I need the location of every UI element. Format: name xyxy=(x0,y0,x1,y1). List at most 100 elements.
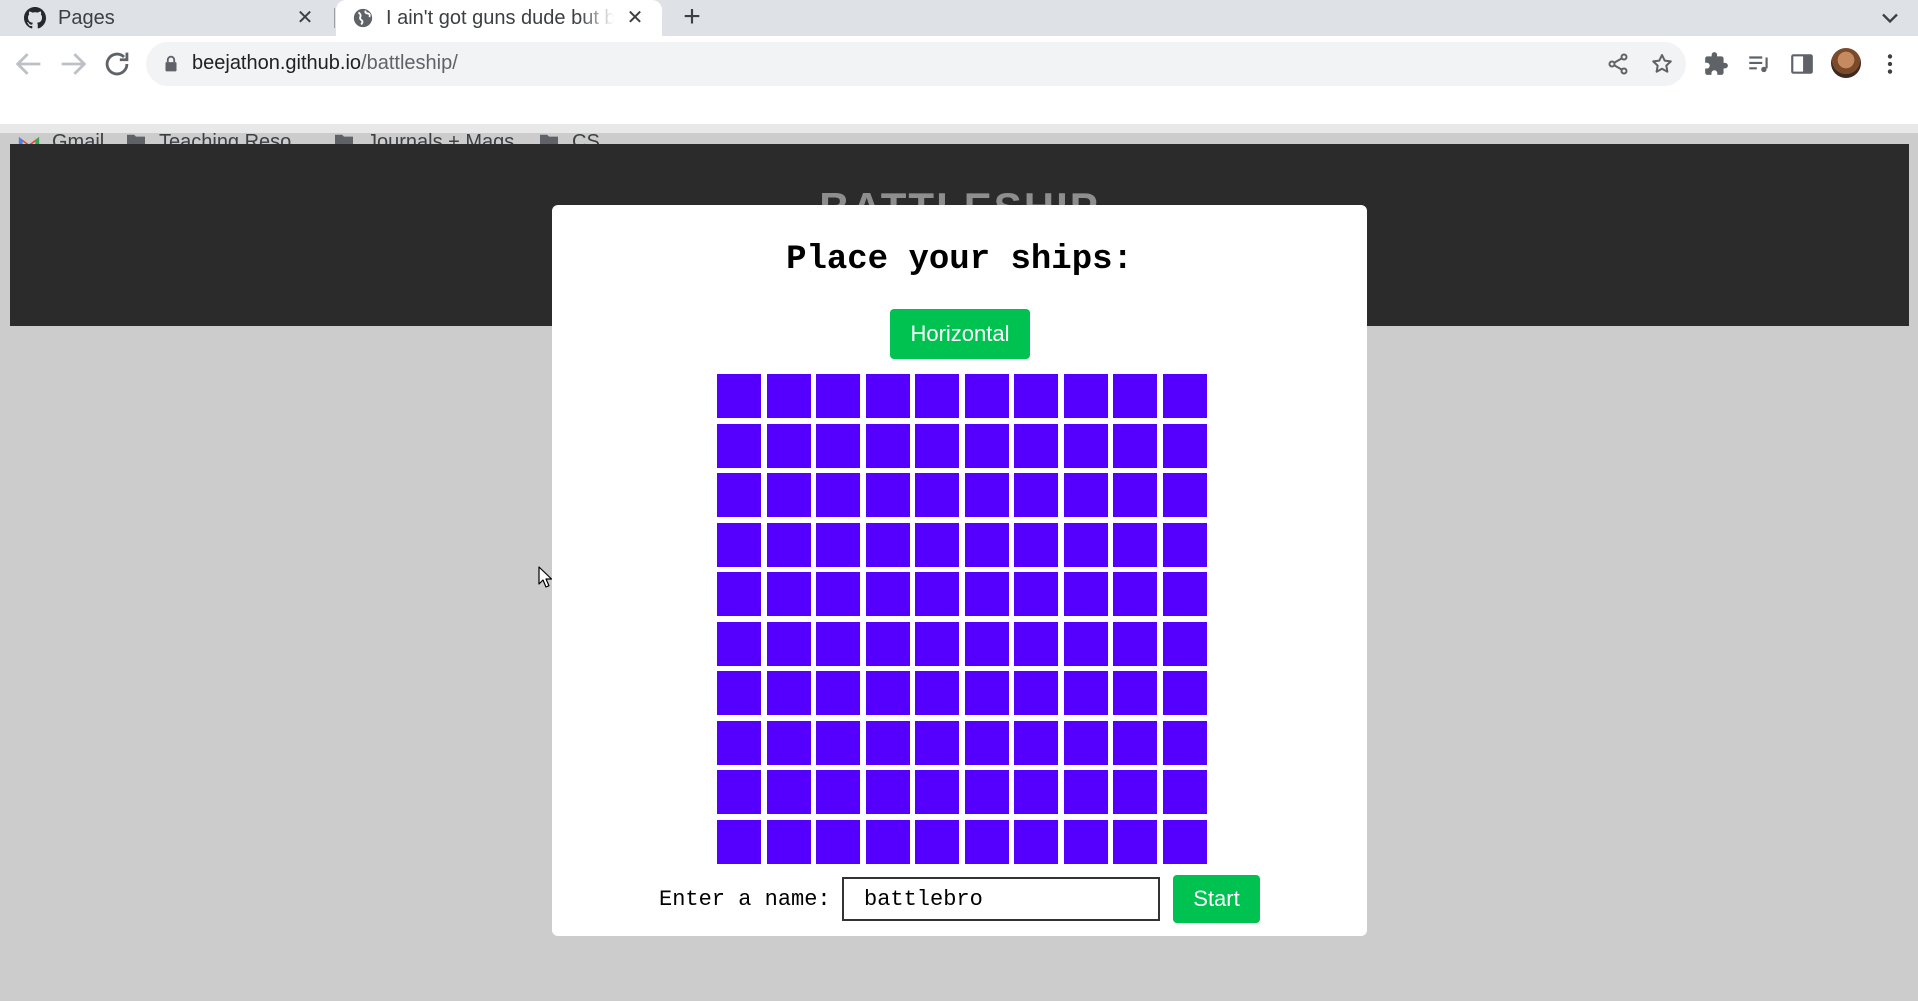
grid-cell[interactable] xyxy=(915,473,959,517)
grid-cell[interactable] xyxy=(816,423,860,468)
orientation-toggle-button[interactable]: Horizontal xyxy=(890,309,1030,359)
grid-cell[interactable] xyxy=(964,572,1009,616)
grid-cell[interactable] xyxy=(1063,621,1108,666)
grid-cell[interactable] xyxy=(816,621,860,666)
side-panel-icon[interactable] xyxy=(1789,51,1815,77)
lock-icon[interactable] xyxy=(160,53,182,75)
grid-cell[interactable] xyxy=(1162,374,1207,418)
grid-cell[interactable] xyxy=(1162,720,1207,765)
grid-cell[interactable] xyxy=(1014,522,1058,567)
grid-cell[interactable] xyxy=(1162,473,1207,517)
grid-cell[interactable] xyxy=(1014,770,1058,814)
grid-cell[interactable] xyxy=(865,473,910,517)
grid-cell[interactable] xyxy=(816,522,860,567)
grid-cell[interactable] xyxy=(1162,671,1207,715)
grid-cell[interactable] xyxy=(1014,671,1058,715)
grid-cell[interactable] xyxy=(1162,621,1207,666)
grid-cell[interactable] xyxy=(964,423,1009,468)
grid-cell[interactable] xyxy=(1063,819,1108,864)
grid-cell[interactable] xyxy=(915,423,959,468)
menu-icon[interactable] xyxy=(1877,51,1903,77)
reload-icon[interactable] xyxy=(100,47,134,81)
grid-cell[interactable] xyxy=(915,819,959,864)
grid-cell[interactable] xyxy=(816,819,860,864)
grid-cell[interactable] xyxy=(766,621,811,666)
grid-cell[interactable] xyxy=(717,819,761,864)
grid-cell[interactable] xyxy=(964,770,1009,814)
grid-cell[interactable] xyxy=(1063,671,1108,715)
tab-battleship[interactable]: I ain't got guns dude but b ✕ xyxy=(336,0,662,36)
extensions-icon[interactable] xyxy=(1703,51,1729,77)
grid-cell[interactable] xyxy=(865,522,910,567)
back-icon[interactable] xyxy=(12,47,46,81)
grid-cell[interactable] xyxy=(766,522,811,567)
grid-cell[interactable] xyxy=(1162,522,1207,567)
close-icon[interactable]: ✕ xyxy=(624,7,646,29)
address-bar[interactable]: beejathon.github.io/battleship/ xyxy=(146,42,1686,86)
grid-cell[interactable] xyxy=(1162,423,1207,468)
grid-cell[interactable] xyxy=(915,770,959,814)
grid-cell[interactable] xyxy=(1063,473,1108,517)
grid-cell[interactable] xyxy=(915,621,959,666)
grid-cell[interactable] xyxy=(1063,522,1108,567)
grid-cell[interactable] xyxy=(1014,621,1058,666)
grid-cell[interactable] xyxy=(1014,423,1058,468)
grid-cell[interactable] xyxy=(816,374,860,418)
forward-icon[interactable] xyxy=(56,47,90,81)
grid-cell[interactable] xyxy=(865,770,910,814)
grid-cell[interactable] xyxy=(766,423,811,468)
grid-cell[interactable] xyxy=(717,671,761,715)
grid-cell[interactable] xyxy=(1113,374,1157,418)
grid-cell[interactable] xyxy=(1113,473,1157,517)
grid-cell[interactable] xyxy=(766,572,811,616)
grid-cell[interactable] xyxy=(1014,720,1058,765)
grid-cell[interactable] xyxy=(1113,572,1157,616)
share-icon[interactable] xyxy=(1606,52,1630,76)
grid-cell[interactable] xyxy=(1162,770,1207,814)
close-icon[interactable]: ✕ xyxy=(294,7,316,29)
grid-cell[interactable] xyxy=(915,572,959,616)
grid-cell[interactable] xyxy=(915,374,959,418)
grid-cell[interactable] xyxy=(865,621,910,666)
grid-cell[interactable] xyxy=(717,770,761,814)
grid-cell[interactable] xyxy=(766,374,811,418)
media-control-icon[interactable] xyxy=(1746,51,1772,77)
grid-cell[interactable] xyxy=(915,720,959,765)
grid-cell[interactable] xyxy=(717,572,761,616)
grid-cell[interactable] xyxy=(1063,423,1108,468)
grid-cell[interactable] xyxy=(964,621,1009,666)
grid-cell[interactable] xyxy=(865,819,910,864)
grid-cell[interactable] xyxy=(1014,473,1058,517)
grid-cell[interactable] xyxy=(865,423,910,468)
grid-cell[interactable] xyxy=(1063,770,1108,814)
grid-cell[interactable] xyxy=(865,671,910,715)
star-icon[interactable] xyxy=(1650,52,1674,76)
grid-cell[interactable] xyxy=(964,374,1009,418)
tab-pages[interactable]: Pages ✕ xyxy=(0,0,332,36)
grid-cell[interactable] xyxy=(717,423,761,468)
grid-cell[interactable] xyxy=(865,720,910,765)
grid-cell[interactable] xyxy=(816,473,860,517)
grid-cell[interactable] xyxy=(1014,819,1058,864)
grid-cell[interactable] xyxy=(717,473,761,517)
grid-cell[interactable] xyxy=(766,770,811,814)
grid-cell[interactable] xyxy=(717,621,761,666)
grid-cell[interactable] xyxy=(816,671,860,715)
grid-cell[interactable] xyxy=(1113,621,1157,666)
grid-cell[interactable] xyxy=(1014,374,1058,418)
grid-cell[interactable] xyxy=(816,770,860,814)
grid-cell[interactable] xyxy=(1113,819,1157,864)
grid-cell[interactable] xyxy=(1113,423,1157,468)
grid-cell[interactable] xyxy=(1063,572,1108,616)
grid-cell[interactable] xyxy=(816,720,860,765)
grid-cell[interactable] xyxy=(915,522,959,567)
grid-cell[interactable] xyxy=(766,473,811,517)
grid-cell[interactable] xyxy=(1113,522,1157,567)
grid-cell[interactable] xyxy=(766,671,811,715)
start-button[interactable]: Start xyxy=(1173,875,1260,923)
grid-cell[interactable] xyxy=(1063,374,1108,418)
new-tab-icon[interactable]: + xyxy=(676,2,708,34)
grid-cell[interactable] xyxy=(717,720,761,765)
grid-cell[interactable] xyxy=(964,671,1009,715)
grid-cell[interactable] xyxy=(766,819,811,864)
